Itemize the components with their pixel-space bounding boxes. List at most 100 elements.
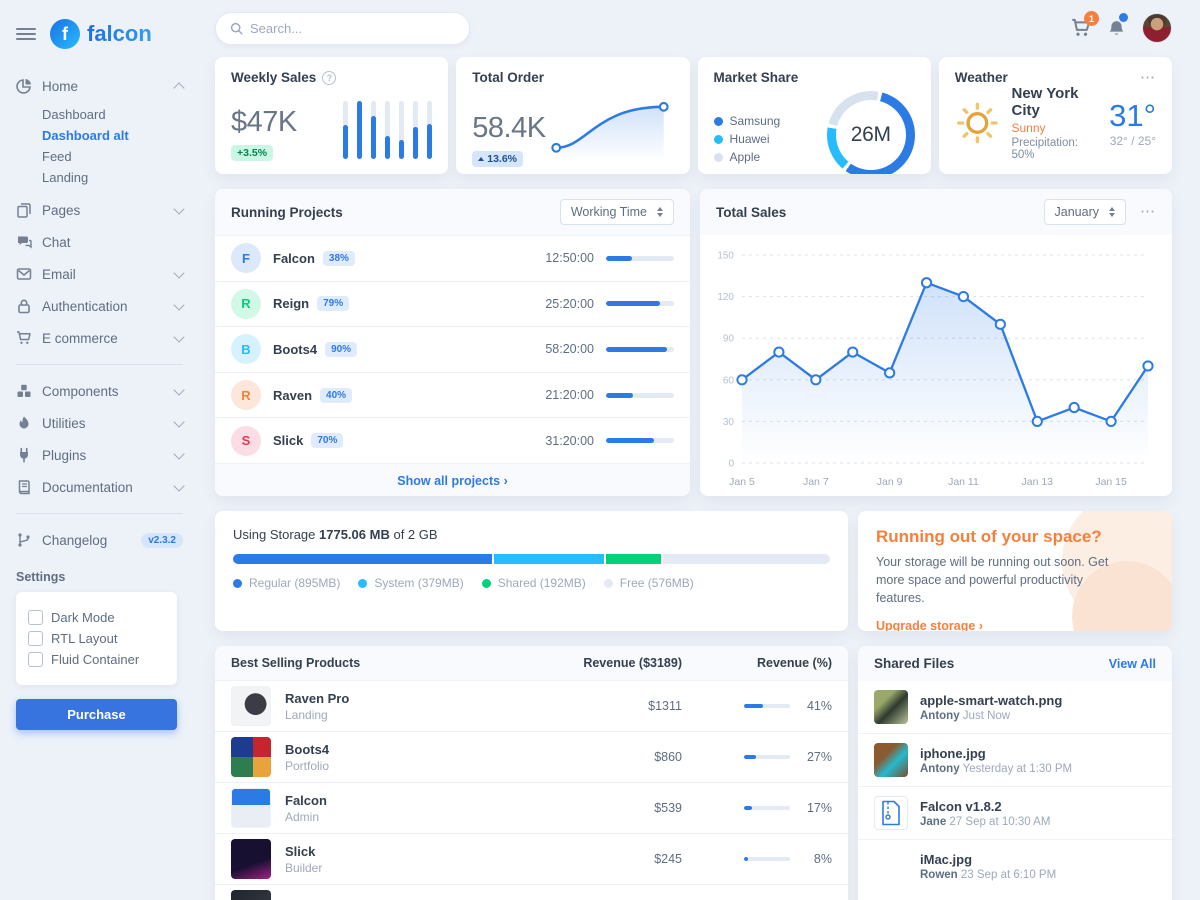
sidebar-item-documentation[interactable]: Documentation xyxy=(16,471,193,503)
upgrade-storage-link[interactable]: Upgrade storage › xyxy=(876,619,983,631)
bar xyxy=(343,101,348,159)
total-order-value: 58.4K xyxy=(472,112,545,145)
product-name: Falcon xyxy=(285,793,562,808)
file-info: Falcon v1.8.2Jane 27 Sep at 10:30 AM xyxy=(920,799,1050,828)
cart-button[interactable]: 1 xyxy=(1071,18,1091,38)
file-author: Jane xyxy=(920,816,946,828)
sidebar-item-changelog[interactable]: Changelogv2.3.2 xyxy=(16,524,193,556)
sidebar-item-components[interactable]: Components xyxy=(16,375,193,407)
setting-fluid-container[interactable]: Fluid Container xyxy=(28,652,165,667)
list-item[interactable]: apple-smart-watch.pngAntony Just Now xyxy=(858,681,1172,733)
bar xyxy=(385,101,390,159)
sidebar-subitem-landing[interactable]: Landing xyxy=(42,167,193,188)
table-row: RReign79%25:20:00 xyxy=(215,281,690,327)
cart-badge: 1 xyxy=(1084,11,1099,26)
setting-label: RTL Layout xyxy=(51,631,118,646)
project-avatar: R xyxy=(231,380,261,410)
setting-dark-mode[interactable]: Dark Mode xyxy=(28,610,165,625)
search-box[interactable] xyxy=(215,12,470,45)
sidebar-item-e-commerce[interactable]: E commerce xyxy=(16,322,193,354)
legend-item-huawei: Huawei xyxy=(714,132,781,146)
setting-rtl-layout[interactable]: RTL Layout xyxy=(28,631,165,646)
sidebar-item-authentication[interactable]: Authentication xyxy=(16,290,193,322)
sidebar-item-home[interactable]: Home xyxy=(16,70,193,102)
weather-city: New York City xyxy=(1012,85,1098,119)
table-row: SSlick70%31:20:00 xyxy=(215,417,690,463)
weather-menu-button[interactable]: ⋯ xyxy=(1140,73,1156,83)
product-progress-bar xyxy=(744,806,790,810)
view-all-link[interactable]: View All xyxy=(1109,657,1156,671)
sidebar-item-utilities[interactable]: Utilities xyxy=(16,407,193,439)
main-content: 1 Weekly Sales ? $47K +3.5% xyxy=(193,0,1200,900)
total-order-card: Total Order 58.4K 13.6% xyxy=(456,57,689,174)
brand-name: falcon xyxy=(87,21,152,47)
svg-text:Jan 11: Jan 11 xyxy=(948,476,979,488)
project-time: 31:20:00 xyxy=(545,434,594,448)
legend-label: Samsung xyxy=(730,114,781,128)
storage-label: Using Storage 1775.06 MB of 2 GB xyxy=(233,527,830,542)
product-pct: 17% xyxy=(800,801,832,815)
project-name: Reign xyxy=(273,296,309,311)
app-layout: f falcon HomeDashboardDashboard altFeedL… xyxy=(0,0,1200,900)
market-share-donut-chart: 26M xyxy=(827,91,915,174)
total-order-badge: 13.6% xyxy=(472,151,523,167)
brand-logo[interactable]: f falcon xyxy=(50,19,152,49)
sidebar-item-pages[interactable]: Pages xyxy=(16,194,193,226)
project-avatar: R xyxy=(231,289,261,319)
project-progress-bar xyxy=(606,301,674,306)
help-icon[interactable]: ? xyxy=(322,71,336,85)
list-item[interactable]: iphone.jpgAntony Yesterday at 1:30 PM xyxy=(858,733,1172,786)
bar-fill xyxy=(385,136,390,159)
checkbox[interactable] xyxy=(28,652,43,667)
file-meta: Jane 27 Sep at 10:30 AM xyxy=(920,816,1050,828)
total-sales-menu-button[interactable]: ⋯ xyxy=(1140,207,1156,217)
sidebar-item-chat[interactable]: Chat xyxy=(16,226,193,258)
notifications-button[interactable] xyxy=(1107,19,1126,38)
sidebar-item-label: Plugins xyxy=(42,448,165,463)
show-all-projects-link[interactable]: Show all projects › xyxy=(397,474,507,488)
product-category: Admin xyxy=(285,810,562,824)
sidebar-subitem-dashboard-alt[interactable]: Dashboard alt xyxy=(42,125,193,146)
bar xyxy=(371,101,376,159)
table-row: FalconAdmin$53917% xyxy=(215,782,848,833)
nav-divider xyxy=(16,364,183,365)
storage-legend: Regular (895MB)System (379MB)Shared (192… xyxy=(233,576,830,590)
sidebar-nav: HomeDashboardDashboard altFeedLanding Pag… xyxy=(16,70,193,556)
upgrade-space-card: Running out of your space? Your storage … xyxy=(858,511,1172,631)
svg-text:30: 30 xyxy=(723,417,735,428)
list-item[interactable]: iMac.jpgRowen 23 Sep at 6:10 PM xyxy=(858,839,1172,892)
list-item[interactable]: Falcon v1.8.2Jane 27 Sep at 10:30 AM xyxy=(858,786,1172,839)
bar-fill xyxy=(413,127,418,159)
file-author: Rowen xyxy=(920,869,958,881)
user-avatar[interactable] xyxy=(1142,13,1172,43)
sun-icon xyxy=(955,97,1000,149)
weather-condition: Sunny xyxy=(1012,121,1098,135)
product-category: Landing xyxy=(285,708,562,722)
file-thumbnail xyxy=(874,690,908,724)
legend-dot xyxy=(233,579,242,588)
purchase-button[interactable]: Purchase xyxy=(16,699,177,730)
product-name: Raven Pro xyxy=(285,691,562,706)
code-branch-icon xyxy=(16,532,32,548)
lock-icon xyxy=(16,298,32,314)
search-input[interactable] xyxy=(250,21,455,36)
sidebar-item-email[interactable]: Email xyxy=(16,258,193,290)
storage-segment-system xyxy=(494,554,604,564)
file-name: iMac.jpg xyxy=(920,852,1056,867)
sidebar-subitem-dashboard[interactable]: Dashboard xyxy=(42,104,193,125)
sidebar-item-plugins[interactable]: Plugins xyxy=(16,439,193,471)
working-time-select[interactable]: Working Time xyxy=(560,199,674,225)
progress-fill xyxy=(606,438,654,443)
project-progress-bar xyxy=(606,393,674,398)
checkbox[interactable] xyxy=(28,610,43,625)
bar xyxy=(357,101,362,159)
month-select[interactable]: January xyxy=(1044,199,1126,225)
setting-label: Fluid Container xyxy=(51,652,139,667)
sidebar-subitem-feed[interactable]: Feed xyxy=(42,146,193,167)
checkbox[interactable] xyxy=(28,631,43,646)
files-list: apple-smart-watch.pngAntony Just Nowipho… xyxy=(858,681,1172,892)
product-pct: 27% xyxy=(800,750,832,764)
product-progress-bar xyxy=(744,755,790,759)
progress-fill xyxy=(744,806,752,810)
hamburger-menu-icon[interactable] xyxy=(16,21,36,47)
